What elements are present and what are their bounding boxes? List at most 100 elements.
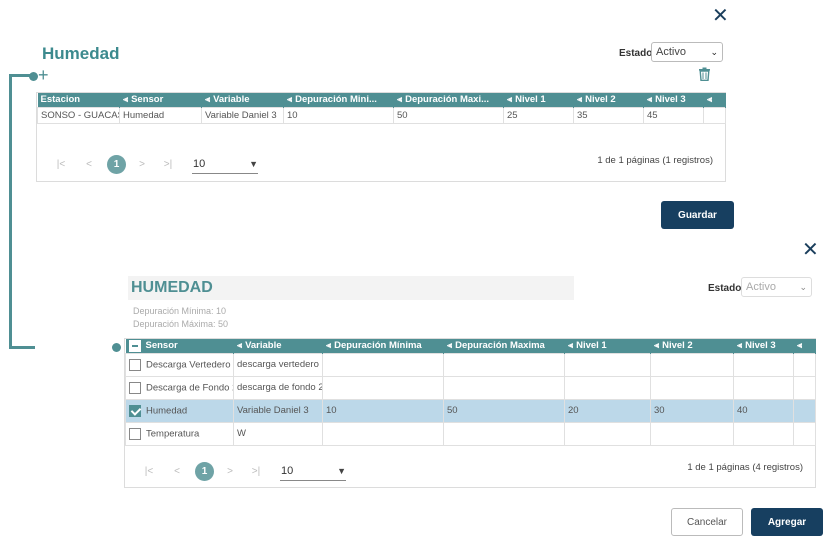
- filter-icon[interactable]: ⫷: [205, 94, 210, 105]
- col-nivel3[interactable]: ⫷ Nivel 3: [643, 93, 704, 107]
- table-row[interactable]: Descarga Vertedero descarga vertedero: [125, 352, 816, 377]
- next-page-icon[interactable]: >: [220, 466, 240, 477]
- row-checkbox[interactable]: [129, 427, 141, 440]
- page-size-select[interactable]: 10 ▼: [280, 463, 346, 481]
- filter-icon[interactable]: ⫷: [737, 340, 742, 351]
- first-page-icon[interactable]: |<: [51, 159, 71, 170]
- filter-icon[interactable]: ⫷: [568, 340, 573, 351]
- cell-variable: descarga vertedero: [233, 352, 323, 377]
- close-icon[interactable]: ✕: [802, 240, 819, 260]
- cell-dep-min: [322, 421, 444, 446]
- table-header: Estacion ⫷ Sensor ⫷ Variable ⫷ Depuración M…: [37, 93, 726, 107]
- modal-pager-info: 1 de 1 páginas (4 registros): [687, 462, 803, 473]
- chevron-down-icon: ⌄: [710, 46, 718, 57]
- cell-nivel2: [650, 421, 734, 446]
- filter-icon[interactable]: ⫷: [287, 94, 292, 105]
- col-extra[interactable]: ⫷: [793, 339, 816, 353]
- add-button[interactable]: Agregar: [751, 508, 823, 536]
- filter-icon[interactable]: ⫷: [123, 94, 128, 105]
- modal-sensor-table: Sensor ⫷ Variable ⫷ Depuración Mínima ⫷ Dep…: [125, 339, 816, 446]
- table-row[interactable]: Humedad Variable Daniel 3 10 50 20 30 40: [125, 398, 816, 423]
- modal-estado-label: Estado:: [708, 283, 745, 294]
- cell-nivel3: 45: [643, 106, 704, 124]
- cancel-button[interactable]: Cancelar: [671, 508, 743, 536]
- filter-icon[interactable]: ⫷: [507, 94, 512, 105]
- save-button[interactable]: Guardar: [661, 201, 734, 229]
- page-current[interactable]: 1: [107, 155, 126, 174]
- cell-extra: [793, 352, 816, 377]
- filter-icon[interactable]: ⫷: [654, 340, 659, 351]
- cell-sensor: Temperatura: [125, 421, 234, 446]
- cell-sensor: Humedad: [119, 106, 202, 124]
- row-checkbox[interactable]: [129, 358, 141, 371]
- prev-page-icon[interactable]: <: [79, 159, 99, 170]
- cell-dep-max: [443, 375, 565, 400]
- col-dep-min[interactable]: ⫷ Depuración Mini...: [283, 93, 394, 107]
- next-page-icon[interactable]: >: [132, 159, 152, 170]
- col-nivel3[interactable]: ⫷ Nivel 3: [733, 339, 794, 353]
- cell-sensor: Descarga Vertedero: [125, 352, 234, 377]
- filter-icon[interactable]: ⫷: [237, 340, 242, 351]
- page-size-select[interactable]: 10 ▼: [192, 156, 258, 174]
- modal-pager: |< < 1 > >| 10 ▼: [139, 462, 346, 481]
- sensor-table: Estacion ⫷ Sensor ⫷ Variable ⫷ Depuración M…: [37, 93, 726, 124]
- filter-icon[interactable]: ⫷: [447, 340, 452, 351]
- col-nivel2[interactable]: ⫷ Nivel 2: [650, 339, 734, 353]
- sensor-grid-panel: Estacion ⫷ Sensor ⫷ Variable ⫷ Depuración M…: [36, 92, 726, 182]
- cell-dep-min: 10: [283, 106, 394, 124]
- table-row[interactable]: Descarga de Fondo 2 descarga de fondo 2: [125, 375, 816, 400]
- col-estacion[interactable]: Estacion: [37, 93, 120, 107]
- connector-dot-bottom: [112, 343, 121, 352]
- select-all-checkbox[interactable]: [128, 339, 141, 352]
- col-nivel1[interactable]: ⫷ Nivel 1: [503, 93, 574, 107]
- modal-estado-select[interactable]: Activo ⌄: [741, 277, 812, 297]
- table-row[interactable]: Temperatura W: [125, 421, 816, 446]
- first-page-icon[interactable]: |<: [139, 466, 159, 477]
- filter-icon[interactable]: ⫷: [707, 94, 712, 105]
- plus-icon[interactable]: +: [38, 66, 49, 84]
- page-title: Humedad: [42, 44, 120, 63]
- col-variable[interactable]: ⫷ Variable: [233, 339, 323, 353]
- col-sensor[interactable]: Sensor: [125, 339, 234, 353]
- last-page-icon[interactable]: >|: [158, 159, 178, 170]
- cell-nivel2: [650, 375, 734, 400]
- estado-select-value: Activo: [656, 46, 686, 58]
- col-nivel1[interactable]: ⫷ Nivel 1: [564, 339, 651, 353]
- filter-icon[interactable]: ⫷: [577, 94, 582, 105]
- col-dep-max[interactable]: ⫷ Depuración Maxima: [443, 339, 565, 353]
- modal-grid-panel: Sensor ⫷ Variable ⫷ Depuración Mínima ⫷ Dep…: [124, 338, 816, 488]
- filter-icon[interactable]: ⫷: [797, 340, 802, 351]
- col-sensor[interactable]: ⫷ Sensor: [119, 93, 202, 107]
- filter-icon[interactable]: ⫷: [647, 94, 652, 105]
- close-icon[interactable]: ✕: [712, 6, 729, 26]
- table-row[interactable]: SONSO - GUACAS Humedad Variable Daniel 3…: [37, 106, 726, 124]
- filter-icon[interactable]: ⫷: [397, 94, 402, 105]
- modal-estado-value: Activo: [746, 281, 776, 293]
- col-dep-max[interactable]: ⫷ Depuración Maxi...: [393, 93, 504, 107]
- cell-extra: [703, 106, 726, 124]
- estado-select[interactable]: Activo ⌄: [651, 42, 723, 62]
- cell-variable: W: [233, 421, 323, 446]
- cell-nivel1: [564, 375, 651, 400]
- prev-page-icon[interactable]: <: [167, 466, 187, 477]
- col-dep-min[interactable]: ⫷ Depuración Mínima: [322, 339, 444, 353]
- dep-max-text: Depuración Máxima: 50: [133, 319, 229, 329]
- cell-nivel2: 35: [573, 106, 644, 124]
- cell-dep-max: 50: [393, 106, 504, 124]
- row-checkbox[interactable]: [129, 381, 141, 394]
- dep-min-text: Depuración Mínima: 10: [133, 306, 227, 316]
- col-extra[interactable]: ⫷: [703, 93, 726, 107]
- cell-nivel3: [733, 352, 794, 377]
- caret-down-icon: ▼: [337, 465, 346, 476]
- page-size-value: 10: [193, 157, 206, 170]
- cell-variable: Variable Daniel 3: [201, 106, 284, 124]
- col-nivel2[interactable]: ⫷ Nivel 2: [573, 93, 644, 107]
- cell-dep-max: 50: [443, 398, 565, 423]
- last-page-icon[interactable]: >|: [246, 466, 266, 477]
- row-checkbox[interactable]: [129, 404, 141, 417]
- page-current[interactable]: 1: [195, 462, 214, 481]
- col-variable[interactable]: ⫷ Variable: [201, 93, 284, 107]
- trash-icon[interactable]: [698, 67, 711, 86]
- cell-nivel1: 25: [503, 106, 574, 124]
- filter-icon[interactable]: ⫷: [326, 340, 331, 351]
